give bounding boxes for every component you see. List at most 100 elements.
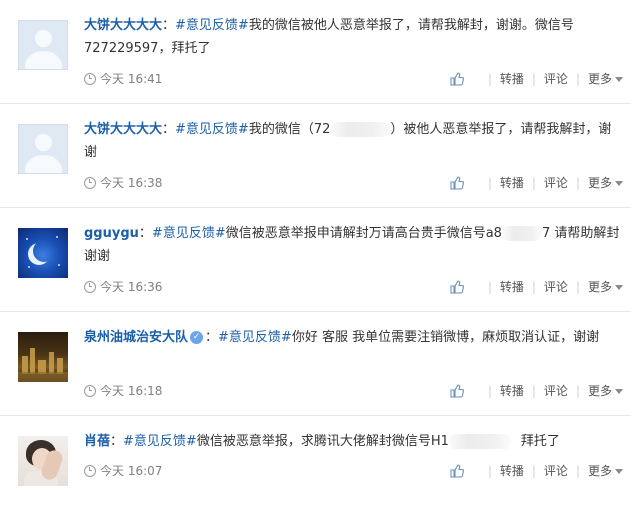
separator: | — [531, 176, 536, 190]
post-actions: | 转播 | 评论 | 更多 — [450, 382, 623, 400]
clock-icon — [84, 384, 96, 397]
clock-icon — [84, 464, 96, 477]
separator: | — [487, 384, 492, 398]
comment-button[interactable]: 评论 — [544, 70, 568, 88]
user-nickname[interactable]: 大饼大大大大 — [84, 122, 162, 137]
repost-button[interactable]: 转播 — [500, 382, 524, 400]
clock-icon — [84, 176, 96, 189]
separator: | — [487, 72, 492, 86]
post-content: 泉州油城治安大队 ✓ ：#意见反馈#你好 客服 我单位需要注销微博，麻烦取消认证，谢… — [84, 326, 622, 349]
more-label: 更多 — [587, 176, 612, 190]
separator: | — [531, 72, 536, 86]
post-time: 今天 16:07 — [84, 462, 162, 480]
thumbs-up-icon[interactable] — [450, 464, 464, 478]
more-label: 更多 — [587, 280, 612, 294]
comment-button[interactable]: 评论 — [544, 462, 568, 480]
timestamp[interactable]: 今天 16:36 — [100, 280, 162, 294]
person-avatar[interactable] — [18, 436, 68, 486]
separator: | — [575, 176, 580, 190]
colon: ： — [138, 226, 152, 241]
thumbs-up-icon[interactable] — [450, 280, 464, 294]
feed-item: 肖蓓：#意见反馈#微信被恶意举报，求腾讯大佬解封微信号H1 拜托了 今天 16:0… — [0, 416, 631, 508]
post-content: 大饼大大大大：#意见反馈#我的微信（72 ）被他人恶意举报了，请帮我解封，谢谢 — [84, 118, 622, 164]
clock-icon — [84, 72, 96, 85]
post-actions: | 转播 | 评论 | 更多 — [450, 174, 623, 192]
user-nickname[interactable]: 大饼大大大大 — [84, 18, 162, 33]
redacted-blur — [501, 226, 542, 241]
default-avatar[interactable] — [18, 124, 68, 174]
separator: | — [575, 72, 580, 86]
repost-button[interactable]: 转播 — [500, 278, 524, 296]
topic-link[interactable]: #意见反馈# — [175, 18, 249, 33]
more-label: 更多 — [587, 72, 612, 86]
redacted-blur — [448, 434, 511, 449]
more-button[interactable]: 更多 — [588, 462, 623, 480]
topic-link[interactable]: #意见反馈# — [152, 226, 226, 241]
user-nickname[interactable]: 泉州油城治安大队 — [84, 330, 188, 345]
post-text: 你好 客服 我单位需要注销微博，麻烦取消认证，谢谢 — [291, 330, 600, 345]
topic-link[interactable]: #意见反馈# — [123, 434, 197, 449]
more-button[interactable]: 更多 — [588, 278, 623, 296]
timestamp[interactable]: 今天 16:18 — [100, 384, 162, 398]
separator: | — [487, 280, 492, 294]
user-nickname[interactable]: gguygu — [84, 226, 139, 241]
repost-button[interactable]: 转播 — [500, 174, 524, 192]
repost-button[interactable]: 转播 — [500, 70, 524, 88]
colon: ： — [110, 434, 124, 449]
comment-button[interactable]: 评论 — [544, 174, 568, 192]
thumbs-up-icon[interactable] — [450, 384, 464, 398]
feed-list: 大饼大大大大：#意见反馈#我的微信被他人恶意举报了，请帮我解封，谢谢。微信号72… — [0, 0, 631, 508]
chevron-down-icon — [615, 181, 623, 186]
more-label: 更多 — [587, 464, 612, 478]
post-content: 肖蓓：#意见反馈#微信被恶意举报，求腾讯大佬解封微信号H1 拜托了 — [84, 430, 622, 453]
feed-item: 大饼大大大大：#意见反馈#我的微信（72 ）被他人恶意举报了，请帮我解封，谢谢 今… — [0, 104, 631, 208]
feed-item: gguygu：#意见反馈#微信被恶意举报申请解封万请高台贵手微信号a8 7 请帮助… — [0, 208, 631, 312]
colon: ： — [205, 330, 219, 345]
repost-button[interactable]: 转播 — [500, 462, 524, 480]
default-avatar[interactable] — [18, 20, 68, 70]
topic-link[interactable]: #意见反馈# — [218, 330, 292, 345]
more-button[interactable]: 更多 — [588, 70, 623, 88]
post-content: 大饼大大大大：#意见反馈#我的微信被他人恶意举报了，请帮我解封，谢谢。微信号72… — [84, 14, 622, 60]
colon: ： — [162, 18, 176, 33]
comment-button[interactable]: 评论 — [544, 278, 568, 296]
post-text-continued: 拜托了 — [520, 434, 560, 449]
chevron-down-icon — [615, 285, 623, 290]
post-actions: | 转播 | 评论 | 更多 — [450, 70, 623, 88]
separator: | — [575, 464, 580, 478]
separator: | — [531, 280, 536, 294]
topic-link[interactable]: #意见反馈# — [175, 122, 249, 137]
post-time: 今天 16:41 — [84, 70, 162, 88]
post-time: 今天 16:38 — [84, 174, 162, 192]
separator: | — [575, 280, 580, 294]
separator: | — [531, 384, 536, 398]
post-time: 今天 16:18 — [84, 382, 162, 400]
timestamp[interactable]: 今天 16:41 — [100, 72, 162, 86]
comment-button[interactable]: 评论 — [544, 382, 568, 400]
post-actions: | 转播 | 评论 | 更多 — [450, 278, 623, 296]
feed-item: 大饼大大大大：#意见反馈#我的微信被他人恶意举报了，请帮我解封，谢谢。微信号72… — [0, 0, 631, 104]
more-button[interactable]: 更多 — [588, 174, 623, 192]
user-nickname[interactable]: 肖蓓 — [84, 434, 110, 449]
chevron-down-icon — [615, 389, 623, 394]
thumbs-up-icon[interactable] — [450, 72, 464, 86]
timestamp[interactable]: 今天 16:07 — [100, 464, 162, 478]
more-label: 更多 — [587, 384, 612, 398]
separator: | — [487, 464, 492, 478]
post-text: 我的微信（72 — [248, 122, 331, 137]
timestamp[interactable]: 今天 16:38 — [100, 176, 162, 190]
colon: ： — [162, 122, 176, 137]
more-button[interactable]: 更多 — [588, 382, 623, 400]
clock-icon — [84, 280, 96, 293]
post-actions: | 转播 | 评论 | 更多 — [450, 462, 623, 480]
redacted-blur — [330, 122, 391, 137]
thumbs-up-icon[interactable] — [450, 176, 464, 190]
moon-avatar[interactable] — [18, 228, 68, 278]
post-content: gguygu：#意见反馈#微信被恶意举报申请解封万请高台贵手微信号a8 7 请帮助… — [84, 222, 622, 268]
separator: | — [531, 464, 536, 478]
verified-badge-icon: ✓ — [190, 331, 204, 344]
post-text: 微信被恶意举报，求腾讯大佬解封微信号H1 — [196, 434, 449, 449]
post-time: 今天 16:36 — [84, 278, 162, 296]
post-text: 微信被恶意举报申请解封万请高台贵手微信号a8 — [225, 226, 502, 241]
city-avatar[interactable] — [18, 332, 68, 382]
